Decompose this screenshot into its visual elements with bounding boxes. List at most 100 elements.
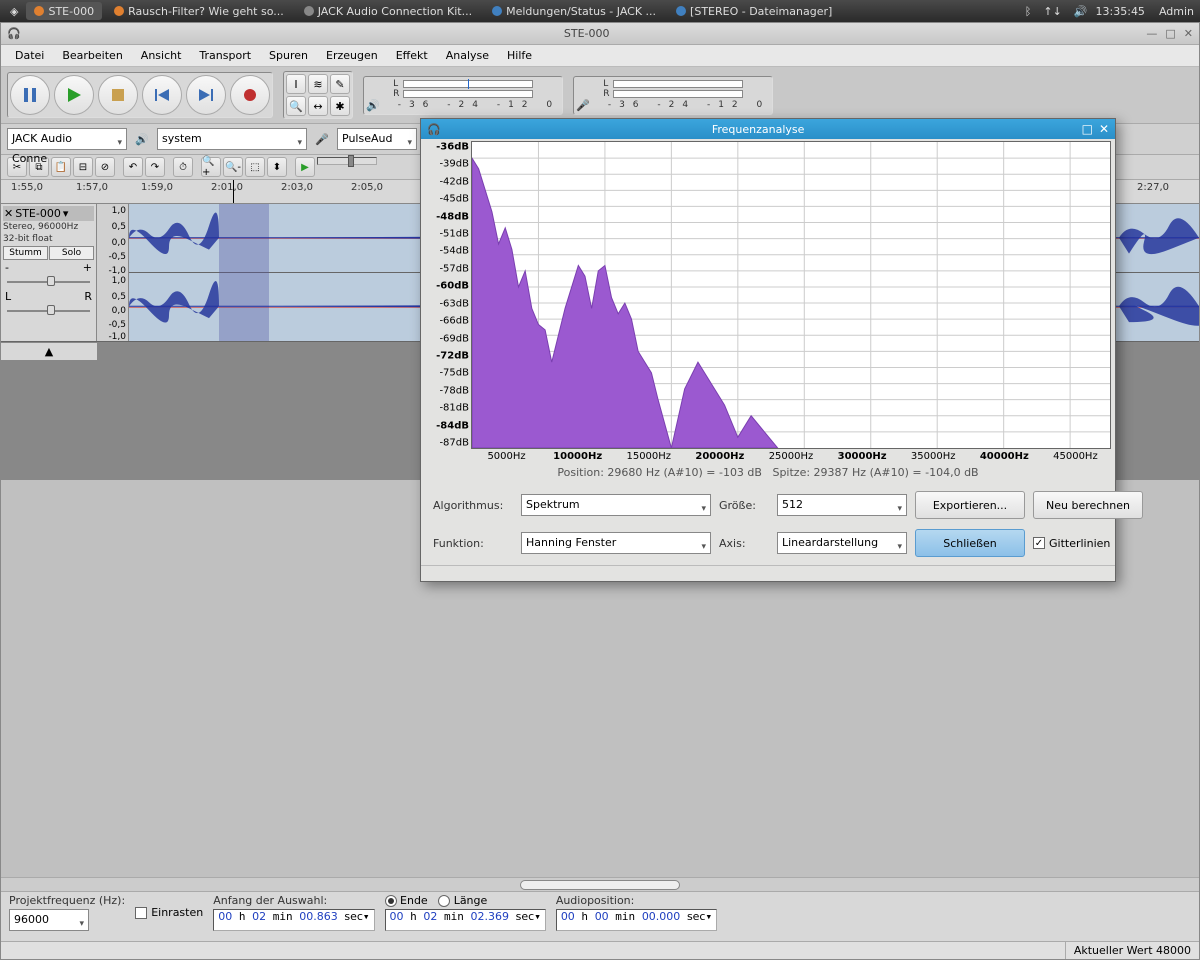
selection-tool[interactable]: I [286,74,306,94]
speaker-icon: 🔊 [133,130,151,148]
track-close-icon[interactable]: ✕ [4,207,13,220]
audio-host-combo[interactable]: JACK Audio Conne [7,128,127,150]
y-axis: -36dB-39dB-42dB-45dB-48dB-51dB-54dB-57dB… [425,141,471,449]
zoom-in-button[interactable]: 🔍+ [201,157,221,177]
menu-help[interactable]: Hilfe [499,47,540,64]
gridlines-checkbox[interactable]: ✓Gitterlinien [1033,537,1143,550]
stop-button[interactable] [98,75,138,115]
gain-minus-icon: - [5,261,9,274]
spectrum-plot[interactable] [471,141,1111,449]
taskbar-item[interactable]: STE-000 [26,2,102,20]
resize-grip[interactable] [421,565,1115,581]
selection-end-input[interactable]: 00 h 02 min 02.369 sec▾ [385,909,546,931]
menu-file[interactable]: Datei [7,47,52,64]
silence-button[interactable]: ⊘ [95,157,115,177]
dialog-maximize-icon[interactable]: □ [1082,122,1093,136]
snap-checkbox[interactable]: Einrasten [135,906,203,919]
maximize-icon[interactable]: □ [1165,27,1175,40]
skip-start-button[interactable] [142,75,182,115]
record-meter[interactable]: L R 🎤-36 -24 -12 0 [573,76,773,115]
cursor-info: Position: 29680 Hz (A#10) = -103 dB Spit… [425,462,1111,489]
project-rate-combo[interactable]: 96000 [9,909,89,931]
zoom-out-button[interactable]: 🔍- [223,157,243,177]
status-value: Aktueller Wert 48000 [1065,942,1199,959]
clock[interactable]: 13:35:45 [1096,5,1145,18]
menu-generate[interactable]: Erzeugen [318,47,386,64]
output-device-combo[interactable]: system [157,128,307,150]
taskbar-item[interactable]: Meldungen/Status - JACK ... [484,2,664,20]
zoom-tool[interactable]: 🔍 [286,96,306,116]
draw-tool[interactable]: ✎ [330,74,350,94]
ruler-tick: 2:05,0 [351,182,383,193]
bluetooth-icon[interactable]: ᛒ [1025,5,1032,18]
play-at-speed-button[interactable]: ▶ [295,157,315,177]
track-name[interactable]: STE-000 [15,207,61,220]
axis-combo[interactable]: Lineardarstellung [777,532,907,554]
taskbar-item[interactable]: JACK Audio Connection Kit... [296,2,480,20]
play-button[interactable] [54,75,94,115]
window-title: STE-000 [27,27,1146,40]
menu-view[interactable]: Ansicht [133,47,190,64]
timeshift-tool[interactable]: ↔ [308,96,328,116]
menu-analyze[interactable]: Analyse [438,47,497,64]
length-radio[interactable] [438,895,450,907]
menu-edit[interactable]: Bearbeiten [54,47,130,64]
dialog-icon: 🎧 [427,123,441,136]
taskbar-item[interactable]: [STEREO - Dateimanager] [668,2,840,20]
audio-position-input[interactable]: 00 h 00 min 00.000 sec▾ [556,909,717,931]
undo-button[interactable]: ↶ [123,157,143,177]
export-button[interactable]: Exportieren... [915,491,1025,519]
menu-transport[interactable]: Transport [191,47,259,64]
dialog-titlebar[interactable]: 🎧 Frequenzanalyse □ ✕ [421,119,1115,139]
meter-r-label: R [393,89,403,99]
redo-button[interactable]: ↷ [145,157,165,177]
selection-start-input[interactable]: 00 h 02 min 00.863 sec▾ [213,909,374,931]
dialog-close-icon[interactable]: ✕ [1099,122,1109,136]
menu-tracks[interactable]: Spuren [261,47,316,64]
record-button[interactable] [230,75,270,115]
track-collapse-button[interactable]: ▲ [1,342,97,360]
network-icon[interactable]: ↑↓ [1043,5,1061,18]
size-combo[interactable]: 512 [777,494,907,516]
input-device-combo[interactable]: PulseAud [337,128,417,150]
trim-button[interactable]: ⊟ [73,157,93,177]
app-icon [34,6,44,16]
recalculate-button[interactable]: Neu berechnen [1033,491,1143,519]
app-icon: 🎧 [7,27,21,41]
solo-button[interactable]: Solo [49,246,94,260]
volume-icon[interactable]: 🔊 [1074,5,1088,18]
mute-button[interactable]: Stumm [3,246,48,260]
speed-slider[interactable] [317,157,377,165]
meter-l-label: L [603,79,613,89]
gain-slider[interactable] [7,277,90,287]
track-menu-icon[interactable]: ▾ [63,207,69,220]
spectrum-chart: -36dB-39dB-42dB-45dB-48dB-51dB-54dB-57dB… [425,141,1111,449]
track-format: Stereo, 96000Hz [3,222,94,233]
horizontal-scrollbar[interactable] [1,878,1199,892]
menu-effect[interactable]: Effekt [388,47,436,64]
track-control-panel[interactable]: ✕STE-000▾ Stereo, 96000Hz 32-bit float S… [1,204,97,341]
apps-menu-icon[interactable]: ◈ [10,5,18,18]
paste-button[interactable]: 📋 [51,157,71,177]
sync-lock-button[interactable]: ⏱ [173,157,193,177]
multi-tool[interactable]: ✱ [330,96,350,116]
close-button[interactable]: Schließen [915,529,1025,557]
taskbar-item[interactable]: Rausch-Filter? Wie geht so... [106,2,292,20]
fit-selection-button[interactable]: ⬚ [245,157,265,177]
minimize-icon[interactable]: — [1146,27,1157,40]
fit-project-button[interactable]: ⬍ [267,157,287,177]
pause-button[interactable] [10,75,50,115]
pan-slider[interactable] [7,306,90,316]
ruler-tick: 2:03,0 [281,182,313,193]
gain-plus-icon: + [83,261,92,274]
vertical-scale[interactable]: 1,0 0,5 0,0 -0,5 -1,0 1,0 0,5 0,0 -0,5 -… [97,204,129,341]
close-icon[interactable]: ✕ [1184,27,1193,40]
algorithm-combo[interactable]: Spektrum [521,494,711,516]
user-menu[interactable]: Admin [1159,5,1194,18]
skip-end-button[interactable] [186,75,226,115]
end-radio[interactable] [385,895,397,907]
envelope-tool[interactable]: ≋ [308,74,328,94]
playback-meter[interactable]: L R 🔊-36 -24 -12 0 [363,76,563,115]
function-combo[interactable]: Hanning Fenster [521,532,711,554]
titlebar[interactable]: 🎧 STE-000 — □ ✕ [1,23,1199,45]
